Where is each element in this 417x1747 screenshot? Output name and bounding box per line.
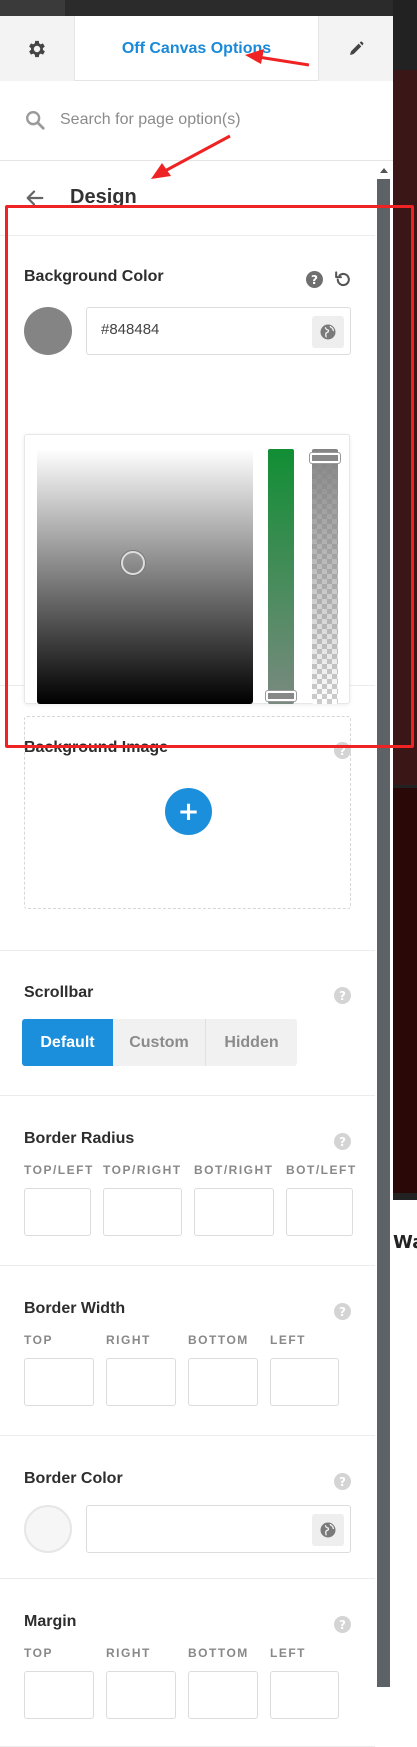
border-color-input[interactable] bbox=[101, 1519, 281, 1536]
help-icon[interactable]: ? bbox=[334, 987, 351, 1004]
scrollbar-label: Scrollbar bbox=[24, 984, 94, 1001]
margin-bottom-input[interactable] bbox=[188, 1671, 258, 1719]
underlying-page-block bbox=[393, 788, 417, 1193]
field-label: BOT/LEFT bbox=[286, 1163, 357, 1177]
help-icon[interactable]: ? bbox=[334, 1133, 351, 1150]
margin-label: Margin bbox=[24, 1613, 77, 1630]
border-color-section: Border Color ? bbox=[0, 1436, 375, 1579]
underlying-page-block bbox=[393, 1200, 417, 1747]
border-width-left-input[interactable] bbox=[270, 1358, 339, 1406]
help-icon[interactable]: ? bbox=[334, 1473, 351, 1490]
field-label: TOP/LEFT bbox=[24, 1163, 94, 1177]
scrollbar-option-custom[interactable]: Custom bbox=[113, 1019, 206, 1066]
border-width-section: Border Width ? TOP RIGHT BOTTOM LEFT bbox=[0, 1266, 375, 1436]
field-label: BOT/RIGHT bbox=[194, 1163, 274, 1177]
annotation-arrow bbox=[245, 49, 310, 67]
field-label: LEFT bbox=[270, 1333, 306, 1347]
field-label: BOTTOM bbox=[188, 1646, 249, 1660]
margin-left-input[interactable] bbox=[270, 1671, 339, 1719]
help-icon[interactable]: ? bbox=[334, 1303, 351, 1320]
border-color-input-wrapper bbox=[86, 1505, 351, 1553]
underlying-page-text: Wa bbox=[393, 1232, 417, 1253]
border-radius-label: Border Radius bbox=[24, 1130, 135, 1147]
border-radius-section: Border Radius ? TOP/LEFT TOP/RIGHT BOT/R… bbox=[0, 1096, 375, 1266]
border-radius-top-right-input[interactable] bbox=[103, 1188, 182, 1236]
border-width-right-input[interactable] bbox=[106, 1358, 176, 1406]
border-radius-top-left-input[interactable] bbox=[24, 1188, 91, 1236]
field-label: RIGHT bbox=[106, 1646, 151, 1660]
border-width-label: Border Width bbox=[24, 1300, 126, 1317]
field-label: RIGHT bbox=[106, 1333, 151, 1347]
annotation-arrow bbox=[151, 134, 231, 179]
field-label: TOP/RIGHT bbox=[103, 1163, 182, 1177]
margin-top-input[interactable] bbox=[24, 1671, 94, 1719]
margin-section: Margin ? TOP RIGHT BOTTOM LEFT bbox=[0, 1579, 375, 1747]
field-label: BOTTOM bbox=[188, 1333, 249, 1347]
field-label: LEFT bbox=[270, 1646, 306, 1660]
border-width-top-input[interactable] bbox=[24, 1358, 94, 1406]
scrollbar-option-default[interactable]: Default bbox=[22, 1019, 113, 1066]
border-color-label: Border Color bbox=[24, 1470, 123, 1487]
field-label: TOP bbox=[24, 1333, 53, 1347]
border-color-swatch[interactable] bbox=[24, 1505, 72, 1553]
globe-icon bbox=[320, 1522, 336, 1538]
margin-right-input[interactable] bbox=[106, 1671, 176, 1719]
annotation-arrows bbox=[151, 49, 310, 179]
border-width-bottom-input[interactable] bbox=[188, 1358, 258, 1406]
plus-icon[interactable]: + bbox=[165, 788, 212, 835]
scrollbar-segmented-control: Default Custom Hidden bbox=[22, 1019, 297, 1066]
border-radius-bot-right-input[interactable] bbox=[194, 1188, 274, 1236]
border-radius-bot-left-input[interactable] bbox=[286, 1188, 353, 1236]
scrollbar-option-hidden[interactable]: Hidden bbox=[206, 1019, 297, 1066]
help-icon[interactable]: ? bbox=[334, 1616, 351, 1633]
global-colors-button[interactable] bbox=[312, 1514, 344, 1546]
scrollbar-section: Scrollbar ? Default Custom Hidden bbox=[0, 951, 375, 1096]
field-label: TOP bbox=[24, 1646, 53, 1660]
